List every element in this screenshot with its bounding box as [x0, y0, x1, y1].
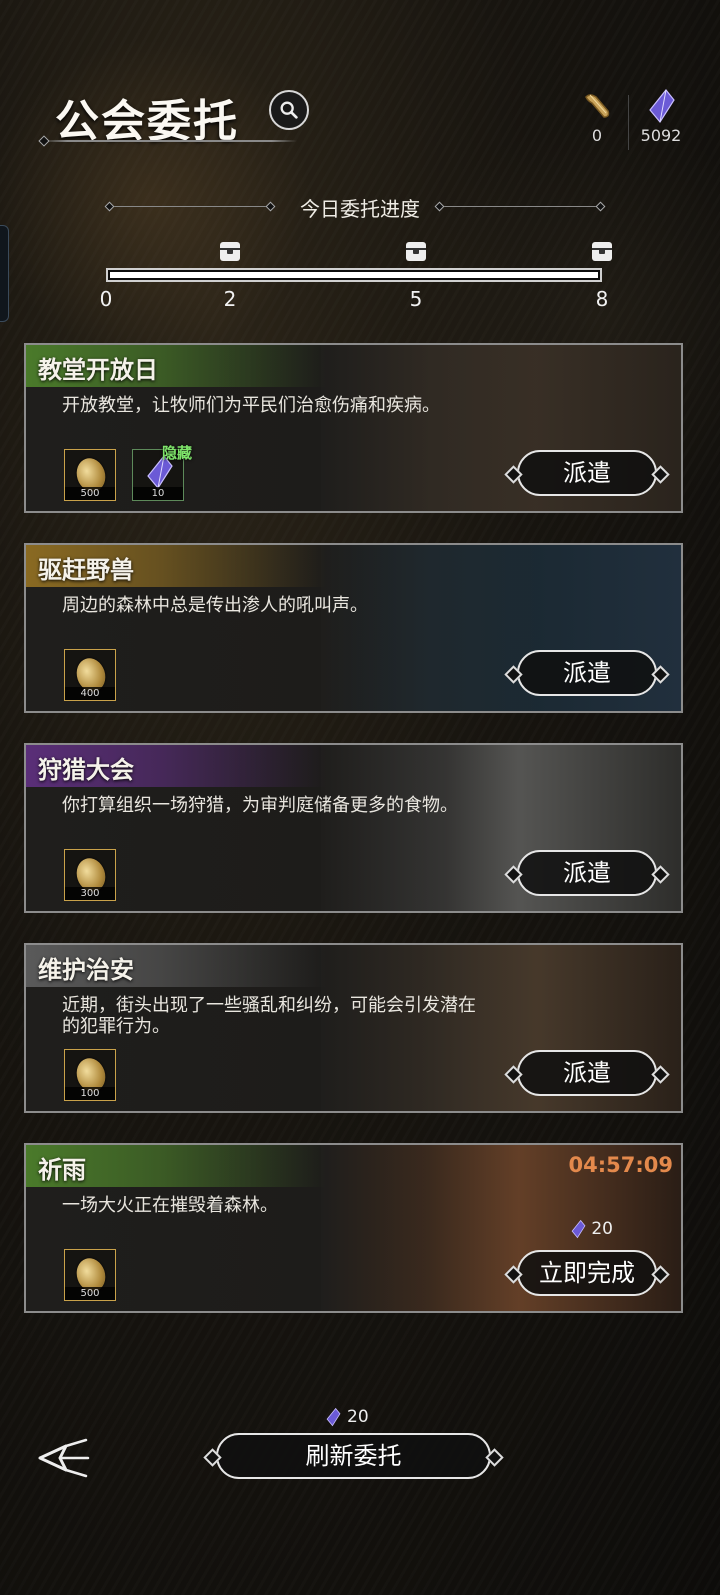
commission-description: 近期，街头出现了一些骚乱和纠纷，可能会引发潜在的犯罪行为。 — [62, 995, 476, 1037]
search-button[interactable] — [269, 90, 309, 130]
scroll-icon — [585, 94, 610, 118]
reward-slot[interactable]: 300 — [64, 849, 116, 901]
dispatch-button[interactable]: 派遣 — [517, 1050, 657, 1096]
commission-card[interactable]: 狩猎大会你打算组织一场狩猎，为审判庭储备更多的食物。 300 派遣 — [24, 743, 683, 913]
commission-name: 驱赶野兽 — [38, 555, 134, 584]
reward-slot[interactable]: 100 — [64, 1049, 116, 1101]
commission-description: 周边的森林中总是传出渗人的吼叫声。 — [62, 595, 368, 616]
chest-icon[interactable] — [590, 239, 614, 263]
reward-quantity: 10 — [133, 487, 183, 500]
progress-bar — [106, 268, 602, 282]
cost-value: 20 — [591, 1219, 613, 1239]
chest-icon[interactable] — [218, 239, 242, 263]
commission-card[interactable]: 驱赶野兽周边的森林中总是传出渗人的吼叫声。 400 派遣 — [24, 543, 683, 713]
progress-title: 今日委托进度 — [300, 197, 420, 221]
commission-name: 维护治安 — [38, 955, 134, 984]
progress-title-ornament-right — [440, 206, 600, 207]
magnifier-icon — [280, 101, 298, 119]
refresh-cost-value: 20 — [347, 1407, 369, 1427]
refresh-cost: 20 — [325, 1407, 369, 1427]
progress-tick-label: 8 — [595, 287, 609, 311]
commission-card[interactable]: 祈雨一场大火正在摧毁着森林。 500 04:57:09 20 立即完成 — [24, 1143, 683, 1313]
scroll-resource[interactable]: 0 — [575, 86, 619, 145]
crystal-icon — [326, 1407, 341, 1427]
title-underline — [42, 140, 297, 142]
commission-description: 一场大火正在摧毁着森林。 — [62, 1195, 278, 1216]
reward-quantity: 100 — [65, 1087, 115, 1100]
crystal-resource[interactable]: 5092 — [636, 86, 686, 145]
commission-description: 你打算组织一场狩猎，为审判庭储备更多的食物。 — [62, 795, 458, 816]
refresh-commissions-button[interactable]: 刷新委托 — [216, 1433, 491, 1479]
scroll-count: 0 — [591, 126, 603, 145]
commission-timer: 04:57:09 — [568, 1153, 673, 1177]
commission-card[interactable]: 维护治安近期，街头出现了一些骚乱和纠纷，可能会引发潜在的犯罪行为。 100 派遣 — [24, 943, 683, 1113]
crystal-icon — [571, 1219, 586, 1239]
commission-card[interactable]: 教堂开放日开放教堂，让牧师们为平民们治愈伤痛和疾病。 500 10 隐藏 派遣 — [24, 343, 683, 513]
dispatch-button[interactable]: 派遣 — [517, 850, 657, 896]
reward-quantity: 300 — [65, 887, 115, 900]
back-arrow-icon[interactable] — [36, 1438, 92, 1478]
reward-slot[interactable]: 500 — [64, 449, 116, 501]
crystal-count: 5092 — [640, 126, 682, 145]
reward-slot[interactable]: 500 — [64, 1249, 116, 1301]
dispatch-button[interactable]: 派遣 — [517, 450, 657, 496]
commission-description: 开放教堂，让牧师们为平民们治愈伤痛和疾病。 — [62, 395, 440, 416]
reward-quantity: 500 — [65, 487, 115, 500]
instant-complete-cost: 20 — [570, 1219, 613, 1239]
commission-name: 祈雨 — [38, 1155, 86, 1184]
resource-divider — [628, 95, 629, 150]
reward-quantity: 500 — [65, 1287, 115, 1300]
progress-tick-label: 0 — [99, 287, 113, 311]
instant-complete-button[interactable]: 立即完成 — [517, 1250, 657, 1296]
dispatch-button[interactable]: 派遣 — [517, 650, 657, 696]
hidden-reward-tag: 隐藏 — [162, 444, 193, 462]
commission-name: 狩猎大会 — [38, 755, 134, 784]
progress-tick-label: 2 — [223, 287, 237, 311]
chest-icon[interactable] — [404, 239, 428, 263]
commission-name: 教堂开放日 — [38, 355, 158, 384]
reward-slot[interactable]: 400 — [64, 649, 116, 701]
crystal-icon — [649, 89, 675, 124]
side-tab[interactable] — [0, 225, 9, 322]
progress-tick-label: 5 — [409, 287, 423, 311]
reward-quantity: 400 — [65, 687, 115, 700]
progress-fill — [110, 272, 598, 278]
